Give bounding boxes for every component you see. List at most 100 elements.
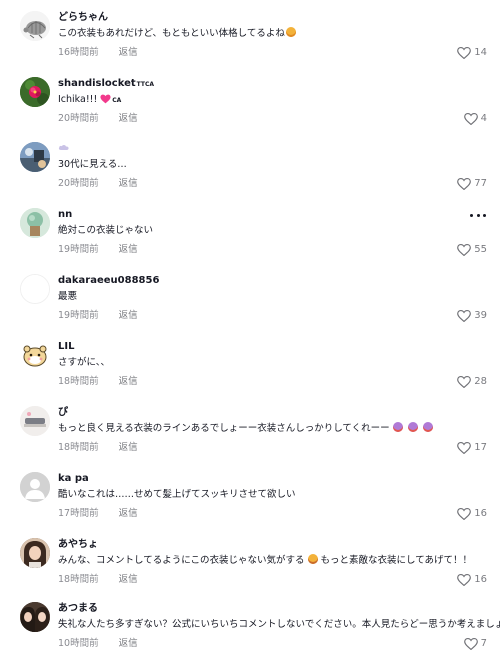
comment-text: 最悪 bbox=[58, 291, 78, 302]
heart-outline-icon bbox=[457, 244, 472, 256]
heart-outline-icon bbox=[457, 178, 472, 190]
like-button[interactable]: 4 bbox=[463, 112, 487, 126]
like-button[interactable]: 7 bbox=[463, 637, 487, 651]
like-count: 7 bbox=[480, 638, 487, 649]
comment-meta: 18時間前 返信 bbox=[58, 375, 138, 389]
pink-heart-emoji-icon bbox=[100, 94, 111, 109]
comment-username[interactable]: dakaraeeu088856 bbox=[58, 274, 159, 288]
comment-time: 20時間前 bbox=[58, 113, 99, 124]
comment-time: 17時間前 bbox=[58, 508, 99, 519]
ttca-badge: TTCA bbox=[136, 81, 155, 88]
like-count: 28 bbox=[474, 376, 487, 387]
comment-time: 19時間前 bbox=[58, 310, 99, 321]
photo-avatar-icon bbox=[20, 142, 50, 172]
comment-username[interactable]: nn bbox=[58, 208, 72, 222]
like-button[interactable]: 55 bbox=[457, 243, 487, 257]
comment-time: 18時間前 bbox=[58, 442, 99, 453]
laughing-emoji-icon bbox=[285, 27, 296, 37]
like-count: 39 bbox=[474, 310, 487, 321]
comment-time: 18時間前 bbox=[58, 376, 99, 387]
like-button[interactable]: 28 bbox=[457, 375, 487, 389]
comment-text: さすがに、、 bbox=[58, 357, 110, 368]
avatar[interactable] bbox=[20, 602, 50, 632]
comment-username[interactable]: どらちゃん bbox=[58, 11, 108, 25]
avatar[interactable] bbox=[20, 274, 50, 304]
reply-button[interactable]: 返信 bbox=[119, 112, 138, 126]
reply-button[interactable]: 返信 bbox=[119, 507, 138, 521]
reply-button[interactable]: 返信 bbox=[119, 309, 138, 323]
crying-cat-emoji-icon bbox=[422, 422, 433, 432]
comment-username[interactable] bbox=[58, 142, 70, 156]
comment-item: shandislocketTTCA Ichika!!! CA 20時間前 返信 4 bbox=[0, 77, 500, 139]
blank-avatar-icon bbox=[21, 275, 49, 303]
comment-text: 酷いなこれは……せめて髪上げてスッキリさせて欲しい bbox=[58, 489, 296, 500]
like-count: 4 bbox=[480, 113, 487, 124]
portrait-avatar-icon bbox=[20, 538, 50, 568]
flower-avatar-icon bbox=[20, 77, 50, 107]
like-button[interactable]: 77 bbox=[457, 177, 487, 191]
avatar[interactable] bbox=[20, 406, 50, 436]
ca-tag: CA bbox=[112, 97, 122, 104]
comment-username[interactable]: shandislocketTTCA bbox=[58, 77, 154, 92]
avatar[interactable] bbox=[20, 208, 50, 238]
comment-item: ぴ もっと良く見える衣装のラインあるでしょーー衣装さんしっかりしてくれーー 18… bbox=[0, 406, 500, 468]
avatar[interactable] bbox=[20, 472, 50, 502]
grimacing-emoji-icon bbox=[307, 554, 318, 564]
avatar[interactable] bbox=[20, 11, 50, 41]
comment-item: 30代に見える… 20時間前 返信 77 bbox=[0, 142, 500, 204]
armadillo-avatar-icon bbox=[20, 11, 50, 41]
reply-button[interactable]: 返信 bbox=[119, 573, 138, 587]
plant-avatar-icon bbox=[20, 208, 50, 238]
comment-time: 10時間前 bbox=[58, 638, 99, 649]
like-button[interactable]: 17 bbox=[457, 441, 487, 455]
comment-item: ka pa 酷いなこれは……せめて髪上げてスッキリさせて欲しい 17時間前 返信 … bbox=[0, 472, 500, 534]
comment-text: 30代に見える… bbox=[58, 159, 127, 170]
like-button[interactable]: 16 bbox=[457, 573, 487, 587]
avatar[interactable] bbox=[20, 340, 50, 370]
reply-button[interactable]: 返信 bbox=[119, 441, 138, 455]
comment-username[interactable]: LIL bbox=[58, 340, 74, 354]
comment-username[interactable]: ka pa bbox=[58, 472, 89, 486]
comment-meta: 19時間前 返信 bbox=[58, 309, 138, 323]
comment-username[interactable]: あつまる bbox=[58, 602, 98, 616]
comment-meta: 16時間前 返信 bbox=[58, 46, 138, 60]
photo-avatar-icon bbox=[20, 406, 50, 436]
comment-item: どらちゃん この衣装もあれだけど、もともといい体格してるよね 16時間前 返信 1… bbox=[0, 11, 500, 73]
comment-meta: 10時間前 返信 bbox=[58, 637, 138, 651]
heart-outline-icon bbox=[457, 376, 472, 388]
like-count: 16 bbox=[474, 574, 487, 585]
default-user-avatar-icon bbox=[20, 472, 50, 502]
like-count: 16 bbox=[474, 508, 487, 519]
comment-item: LIL さすがに、、 18時間前 返信 28 bbox=[0, 340, 500, 402]
comment-item: あやちょ みんな、コメントしてるようにこの衣装じゃない気がする もっと素敵な衣装に… bbox=[0, 538, 500, 600]
avatar[interactable] bbox=[20, 77, 50, 107]
like-button[interactable]: 16 bbox=[457, 507, 487, 521]
comment-item: あつまる 失礼な人たち多すぎない？公式にいちいちコメントしないでください。本人見… bbox=[0, 602, 500, 664]
comment-text: もっと良く見える衣装のラインあるでしょーー衣装さんしっかりしてくれーー bbox=[58, 422, 434, 436]
reply-button[interactable]: 返信 bbox=[119, 637, 138, 651]
like-count: 14 bbox=[474, 47, 487, 58]
avatar[interactable] bbox=[20, 142, 50, 172]
comment-text: みんな、コメントしてるようにこの衣装じゃない気がする もっと素敵な衣装にしてあげて… bbox=[58, 554, 472, 566]
reply-button[interactable]: 返信 bbox=[119, 177, 138, 191]
heart-outline-icon bbox=[457, 574, 472, 586]
crying-cat-emoji-icon bbox=[407, 422, 418, 432]
more-options-icon[interactable] bbox=[470, 210, 486, 220]
reply-button[interactable]: 返信 bbox=[119, 46, 138, 60]
comment-time: 18時間前 bbox=[58, 574, 99, 585]
comment-username[interactable]: あやちょ bbox=[58, 538, 98, 552]
comment-username[interactable]: ぴ bbox=[58, 406, 68, 420]
like-count: 77 bbox=[474, 178, 487, 189]
like-count: 17 bbox=[474, 442, 487, 453]
crying-cat-emoji-icon bbox=[392, 422, 403, 432]
comment-meta: 18時間前 返信 bbox=[58, 441, 138, 455]
avatar[interactable] bbox=[20, 538, 50, 568]
like-count: 55 bbox=[474, 244, 487, 255]
heart-outline-icon bbox=[457, 508, 472, 520]
comment-meta: 19時間前 返信 bbox=[58, 243, 138, 257]
like-button[interactable]: 39 bbox=[457, 309, 487, 323]
reply-button[interactable]: 返信 bbox=[119, 243, 138, 257]
reply-button[interactable]: 返信 bbox=[119, 375, 138, 389]
comment-text: 失礼な人たち多すぎない？公式にいちいちコメントしないでください。本人見たらどー思… bbox=[58, 619, 500, 630]
like-button[interactable]: 14 bbox=[457, 46, 487, 60]
